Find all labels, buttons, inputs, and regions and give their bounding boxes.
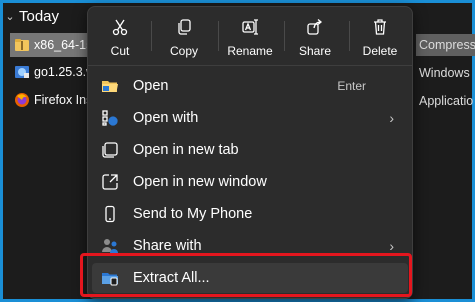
group-label: Today [19, 8, 60, 25]
copy-icon [178, 19, 191, 35]
menu-divider [88, 65, 412, 66]
file-row[interactable]: go1.25.3.w [14, 60, 95, 84]
menu-item-label: Open in new window [133, 174, 267, 190]
copy-label: Copy [169, 44, 198, 58]
menu-item-label: Open in new tab [133, 142, 239, 158]
file-name: x86_64-15 [34, 38, 94, 52]
delete-button[interactable]: Delete [352, 13, 408, 61]
open-with-icon [102, 110, 118, 126]
menu-item-open[interactable]: Open Enter [92, 71, 408, 101]
menu-item-label: Open [133, 78, 169, 94]
highlight-annotation [80, 253, 412, 297]
share-label: Share [298, 44, 332, 58]
scissors-icon [112, 19, 128, 36]
delete-label: Delete [362, 44, 398, 58]
rename-label: Rename [227, 44, 273, 58]
copy-button[interactable]: Copy [156, 13, 212, 61]
share-icon [307, 19, 323, 35]
installer-icon [14, 64, 30, 80]
file-type: Windows [419, 66, 470, 80]
file-name: Firefox Ins [34, 93, 93, 107]
share-button[interactable]: Share [287, 13, 343, 61]
trash-icon [374, 19, 386, 35]
menu-item-label: Open with [133, 110, 199, 126]
cut-button[interactable]: Cut [92, 13, 148, 61]
file-type: Applicatio [419, 94, 474, 108]
rename-button[interactable]: Rename [222, 13, 278, 61]
menu-item-open-new-window[interactable]: Open in new window [92, 167, 408, 197]
group-header-today[interactable]: ⌄ Today [5, 8, 59, 25]
menu-item-label: Send to My Phone [133, 206, 253, 222]
toolbar-divider [218, 21, 219, 51]
toolbar-divider [284, 21, 285, 51]
chevron-right-icon: › [389, 110, 394, 126]
file-name: go1.25.3.w [34, 65, 96, 79]
chevron-down-icon[interactable]: ⌄ [5, 10, 15, 23]
new-tab-icon [102, 142, 118, 158]
menu-item-label: Share with [133, 238, 202, 254]
zip-folder-icon [14, 37, 30, 53]
toolbar-divider [151, 21, 152, 51]
folder-open-icon [102, 81, 118, 92]
firefox-icon [14, 92, 30, 108]
context-toolbar: Cut Copy Rename Share Delete [88, 7, 412, 63]
file-type: Compress [416, 34, 475, 56]
phone-icon [105, 205, 115, 223]
file-row[interactable]: Firefox Ins [14, 88, 92, 112]
new-window-icon [102, 174, 118, 190]
menu-item-send-to-phone[interactable]: Send to My Phone [92, 199, 408, 229]
menu-item-open-with[interactable]: Open with › [92, 103, 408, 133]
file-row[interactable]: x86_64-15 [10, 33, 94, 57]
toolbar-divider [349, 21, 350, 51]
rename-icon [242, 19, 258, 35]
cut-label: Cut [110, 44, 130, 58]
menu-item-open-new-tab[interactable]: Open in new tab [92, 135, 408, 165]
chevron-right-icon: › [389, 238, 394, 254]
shortcut-hint: Enter [337, 79, 366, 93]
